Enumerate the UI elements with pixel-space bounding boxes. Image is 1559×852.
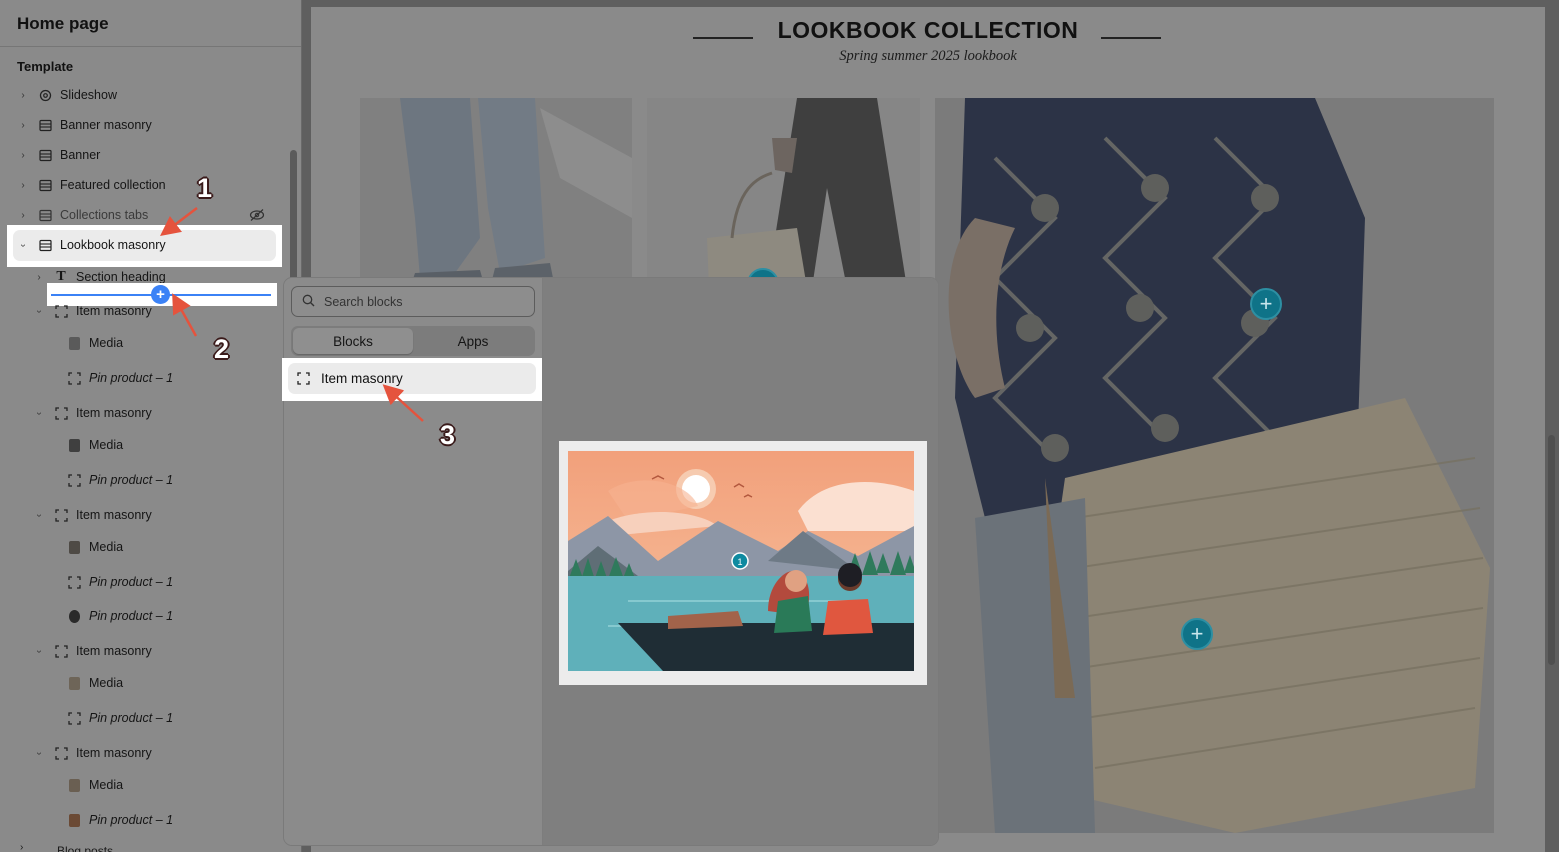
annotation-2: 2 — [214, 334, 230, 364]
annotation-arrows — [160, 207, 424, 422]
annotation-3: 3 — [440, 420, 456, 450]
annotation-1: 1 — [197, 173, 213, 203]
